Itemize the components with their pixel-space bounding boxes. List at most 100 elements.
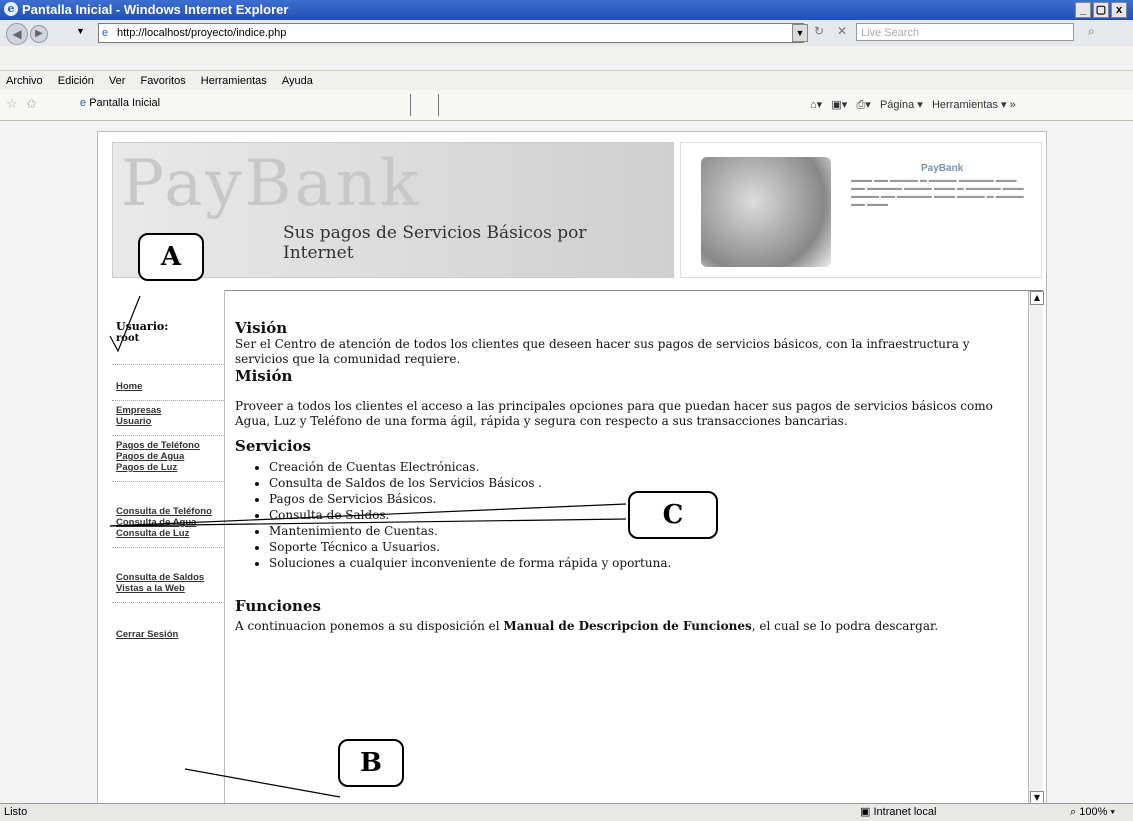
nav-consulta-agua[interactable]: Consulta de Agua — [116, 517, 220, 528]
feeds-icon[interactable]: ▣▾ — [831, 99, 847, 111]
status-bar: Listo ▣ Intranet local ⌕ 100% ▾ — [0, 803, 1133, 821]
address-row: ◀ ▶ ▼ e http://localhost/proyecto/indice.… — [0, 20, 1133, 46]
site-tagline: Sus pagos de Servicios Básicos por Inter… — [283, 223, 587, 263]
promo-box: PayBank ▬▬▬ ▬▬ ▬▬▬▬ ▬ ▬▬▬▬ ▬▬▬▬▬ ▬▬▬ ▬▬ … — [680, 142, 1042, 278]
close-button[interactable]: x — [1111, 2, 1127, 18]
nav-consulta-luz[interactable]: Consulta de Luz — [116, 528, 220, 539]
minimize-button[interactable]: _ — [1075, 2, 1091, 18]
site-logo: PayBank — [121, 147, 422, 221]
user-value: root — [116, 333, 140, 344]
status-text: Listo — [4, 806, 28, 818]
callout-c: C — [628, 491, 718, 539]
menu-archivo[interactable]: Archivo — [6, 75, 43, 87]
nav-group-home: Home — [112, 365, 224, 401]
command-bar: ⌂▾ ▣▾ ⎙▾ Página ▾ Herramientas ▾ » — [810, 98, 1016, 112]
menu-ayuda[interactable]: Ayuda — [282, 75, 313, 87]
promo-copy: ▬▬▬ ▬▬ ▬▬▬▬ ▬ ▬▬▬▬ ▬▬▬▬▬ ▬▬▬ ▬▬ ▬▬▬▬▬ ▬▬… — [851, 177, 1024, 208]
servicios-heading: Servicios — [235, 437, 311, 455]
tools-menu[interactable]: Herramientas ▾ — [932, 99, 1007, 111]
history-dropdown-icon[interactable]: ▼ — [76, 26, 85, 36]
nav-cerrar-sesion[interactable]: Cerrar Sesión — [116, 629, 220, 640]
window-controls: _ ▢ x — [1075, 2, 1127, 18]
menu-ver[interactable]: Ver — [109, 75, 126, 87]
ie-logo-icon: e — [4, 2, 18, 16]
manual-link[interactable]: Manual de Descripcion de Funciones — [503, 619, 751, 633]
window-title: Pantalla Inicial - Windows Internet Expl… — [22, 2, 289, 17]
address-url: http://localhost/proyecto/indice.php — [117, 27, 287, 39]
nav-pagos-luz[interactable]: Pagos de Luz — [116, 462, 220, 473]
tab-page-icon: e — [80, 97, 87, 109]
servicio-item: Soluciones a cualquier inconveniente de … — [269, 555, 1025, 571]
promo-brand: PayBank — [921, 163, 964, 174]
zone-indicator: ▣ Intranet local — [860, 804, 936, 821]
funciones-text-pre: A continuacion ponemos a su disposición … — [235, 619, 504, 633]
nav-usuario[interactable]: Usuario — [116, 416, 220, 427]
menu-favoritos[interactable]: Favoritos — [140, 75, 185, 87]
nav-vistas-web[interactable]: Vistas a la Web — [116, 583, 220, 594]
funciones-text-post: , el cual se lo podra descargar. — [751, 619, 939, 633]
zoom-control[interactable]: ⌕ 100% ▾ — [1070, 804, 1115, 821]
site-frame: PayBank Sus pagos de Servicios Básicos p… — [97, 131, 1047, 805]
tab-separator — [438, 94, 439, 116]
servicio-item: Creación de Cuentas Electrónicas. — [269, 459, 1025, 475]
main-content: Visión Ser el Centro de atención de todo… — [225, 290, 1044, 805]
search-icon[interactable]: ⌕ — [1088, 24, 1095, 39]
nav-group-admin: Empresas Usuario — [112, 401, 224, 436]
vision-heading: Visión — [235, 319, 288, 337]
forward-button[interactable]: ▶ — [30, 25, 48, 43]
tab-pantalla-inicial[interactable]: e Pantalla Inicial — [80, 97, 160, 109]
funciones-heading: Funciones — [235, 597, 321, 615]
intranet-icon: ▣ — [860, 806, 871, 818]
menu-edicion[interactable]: Edición — [58, 75, 94, 87]
chevron-icon[interactable]: » — [1010, 99, 1016, 111]
stop-icon[interactable]: ✕ — [837, 24, 847, 38]
address-input[interactable]: e http://localhost/proyecto/indice.php — [98, 23, 804, 43]
nav-home[interactable]: Home — [116, 381, 220, 392]
page-icon: e — [102, 27, 109, 39]
nav-group-logout: Cerrar Sesión — [112, 603, 224, 648]
page-menu-label: Página — [879, 99, 915, 111]
back-button[interactable]: ◀ — [6, 23, 28, 45]
home-icon[interactable]: ⌂▾ — [810, 99, 822, 111]
callout-a: A — [138, 233, 204, 281]
promo-photo — [701, 157, 831, 267]
tab-row: ☆ ✩ e Pantalla Inicial ⌂▾ ▣▾ ⎙▾ Página ▾… — [0, 90, 1133, 121]
servicio-item: Consulta de Saldos de los Servicios Bási… — [269, 475, 1025, 491]
zoom-label: 100% — [1079, 806, 1108, 818]
nav-pagos-telefono[interactable]: Pagos de Teléfono — [116, 440, 220, 451]
scroll-up-icon[interactable]: ▲ — [1030, 291, 1044, 305]
nav-consulta-telefono[interactable]: Consulta de Teléfono — [116, 506, 220, 517]
address-dropdown-icon[interactable]: ▼ — [792, 24, 808, 42]
favorites-star-icon[interactable]: ☆ — [6, 96, 18, 112]
nav-group-pagos: Pagos de Teléfono Pagos de Agua Pagos de… — [112, 436, 224, 482]
print-icon[interactable]: ⎙▾ — [856, 99, 870, 111]
tools-menu-label: Herramientas — [931, 99, 998, 111]
nav-consulta-saldos[interactable]: Consulta de Saldos — [116, 572, 220, 583]
main-text: Visión Ser el Centro de atención de todo… — [235, 319, 1025, 634]
content-scrollbar[interactable]: ▲ ▼ — [1028, 291, 1044, 805]
add-favorites-icon[interactable]: ✩ — [26, 96, 37, 112]
search-placeholder: Live Search — [861, 27, 920, 39]
zoom-icon: ⌕ — [1070, 806, 1077, 818]
page-menu[interactable]: Página ▾ — [880, 99, 923, 111]
mision-text: Proveer a todos los clientes el acceso a… — [235, 399, 993, 428]
funciones-text: A continuacion ponemos a su disposición … — [235, 619, 1025, 634]
nav-group-saldos: Consulta de Saldos Vistas a la Web — [112, 548, 224, 603]
refresh-icon[interactable]: ↻ — [814, 24, 824, 38]
vision-text: Ser el Centro de atención de todos los c… — [235, 337, 970, 366]
servicio-item: Soporte Técnico a Usuarios. — [269, 539, 1025, 555]
sidebar: Usuario: root Home Empresas Usuario Pago… — [112, 290, 225, 804]
menu-bar: Archivo Edición Ver Favoritos Herramient… — [0, 70, 1133, 91]
title-bar: e Pantalla Inicial - Windows Internet Ex… — [0, 0, 1133, 20]
callout-b: B — [338, 739, 404, 787]
nav-empresas[interactable]: Empresas — [116, 405, 220, 416]
tab-separator — [410, 94, 411, 116]
nav-group-consultas: Consulta de Teléfono Consulta de Agua Co… — [112, 482, 224, 548]
menu-herramientas[interactable]: Herramientas — [201, 75, 267, 87]
tab-label: Pantalla Inicial — [89, 97, 161, 109]
search-input[interactable]: Live Search — [856, 23, 1074, 41]
maximize-button[interactable]: ▢ — [1093, 2, 1109, 18]
user-block: Usuario: root — [112, 290, 224, 365]
nav-pagos-agua[interactable]: Pagos de Agua — [116, 451, 220, 462]
page-content: PayBank Sus pagos de Servicios Básicos p… — [0, 121, 1133, 805]
